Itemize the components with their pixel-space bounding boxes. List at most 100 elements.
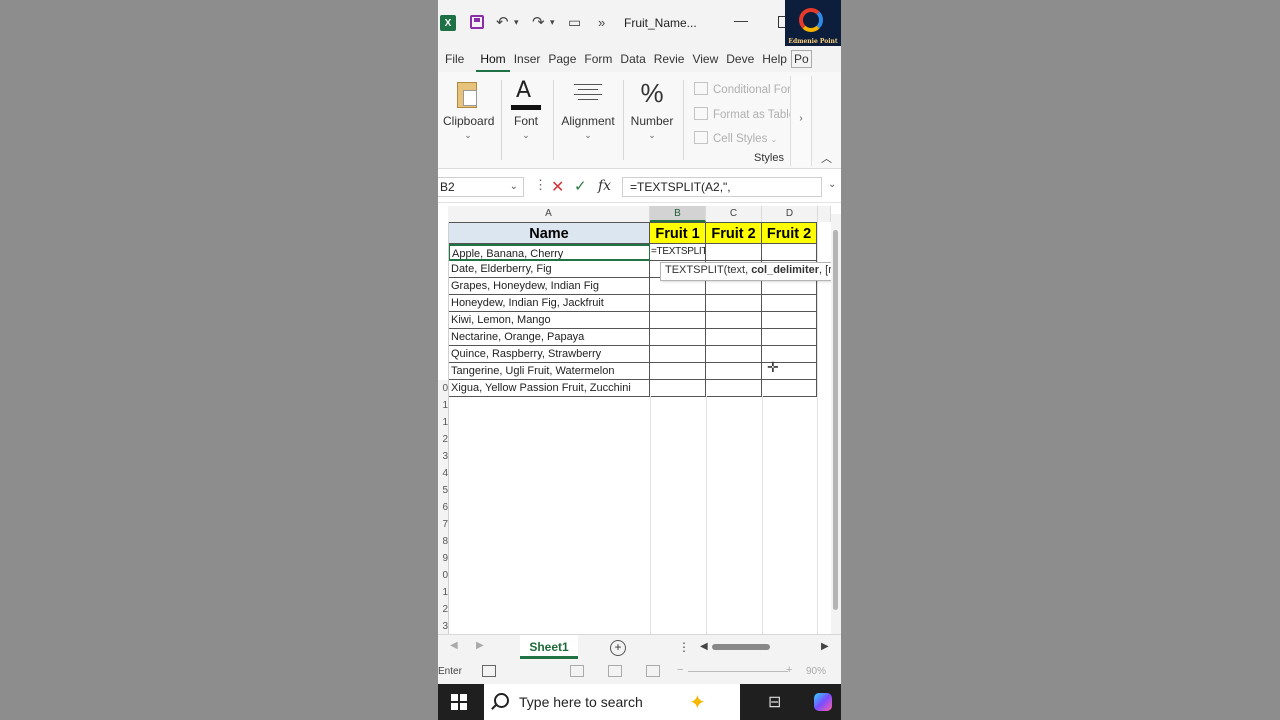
- empty-cell[interactable]: [762, 244, 817, 261]
- add-sheet-icon[interactable]: +: [610, 640, 626, 656]
- cancel-icon[interactable]: ✕: [551, 177, 564, 197]
- sheet-next-icon[interactable]: ▶: [476, 640, 484, 651]
- number-group[interactable]: % Number ⌄: [630, 78, 674, 141]
- row-header[interactable]: 1: [438, 397, 448, 414]
- zoom-slider[interactable]: [688, 671, 788, 672]
- more-icon[interactable]: ⋮: [678, 640, 690, 654]
- tab-help[interactable]: Help: [758, 46, 791, 72]
- table-row-name[interactable]: Quince, Raspberry, Strawberry: [448, 346, 650, 363]
- tab-review[interactable]: Revie: [650, 46, 689, 72]
- row-header[interactable]: 1: [438, 584, 448, 601]
- row-header[interactable]: 3: [438, 448, 448, 465]
- empty-cell[interactable]: [762, 312, 817, 329]
- table-row-name[interactable]: Nectarine, Orange, Papaya: [448, 329, 650, 346]
- ribbon-scroll-right-button[interactable]: ›: [790, 76, 812, 166]
- editing-cell-b2[interactable]: =TEXTSPLIT(A2,",: [650, 244, 706, 261]
- save-icon[interactable]: [470, 15, 484, 29]
- table-row-name[interactable]: Honeydew, Indian Fig, Jackfruit: [448, 295, 650, 312]
- chevron-down-icon[interactable]: ⌄: [510, 178, 518, 196]
- empty-cell[interactable]: [650, 363, 706, 380]
- tab-formulas[interactable]: Form: [580, 46, 616, 72]
- cell-styles-button[interactable]: Cell Styles ⌄: [694, 131, 777, 145]
- accessibility-icon[interactable]: [482, 665, 496, 677]
- scroll-left-icon[interactable]: ◀: [700, 641, 708, 652]
- conditional-formatting-button[interactable]: Conditional For: [694, 82, 791, 96]
- windows-start-icon[interactable]: [451, 694, 467, 710]
- row-header[interactable]: 6: [438, 499, 448, 516]
- vertical-scrollbar[interactable]: [831, 214, 841, 634]
- zoom-level[interactable]: 90%: [806, 666, 826, 677]
- row-header[interactable]: 4: [438, 465, 448, 482]
- empty-cell[interactable]: [706, 346, 762, 363]
- column-header-e[interactable]: [818, 206, 831, 222]
- horizontal-scroll-thumb[interactable]: [712, 644, 770, 650]
- enter-check-icon[interactable]: ✓: [574, 177, 587, 195]
- empty-cell[interactable]: [650, 329, 706, 346]
- copilot-icon[interactable]: [814, 693, 832, 711]
- empty-cell[interactable]: [706, 312, 762, 329]
- undo-dropdown-icon[interactable]: ▾: [514, 12, 519, 32]
- empty-cell[interactable]: [706, 363, 762, 380]
- search-input[interactable]: Type here to search: [519, 694, 643, 710]
- redo-dropdown-icon[interactable]: ▾: [550, 12, 555, 32]
- taskbar-search[interactable]: Type here to search ✦: [484, 684, 740, 720]
- table-row-name[interactable]: Tangerine, Ugli Fruit, Watermelon: [448, 363, 650, 380]
- expand-formula-bar-icon[interactable]: ⌄: [828, 179, 836, 190]
- row-header[interactable]: 7: [438, 516, 448, 533]
- alignment-group[interactable]: Alignment ⌄: [560, 78, 616, 141]
- zoom-in-icon[interactable]: +: [786, 664, 792, 676]
- column-header-b[interactable]: B: [650, 206, 706, 222]
- row-header[interactable]: 3: [438, 618, 448, 635]
- font-group[interactable]: A Font ⌄: [508, 78, 544, 141]
- tab-page-layout[interactable]: Page: [544, 46, 580, 72]
- clipboard-group[interactable]: Clipboard ⌄: [443, 78, 494, 141]
- formula-input[interactable]: =TEXTSPLIT(A2,",: [622, 177, 822, 197]
- empty-cell[interactable]: [762, 295, 817, 312]
- minimize-icon[interactable]: —: [734, 12, 748, 28]
- scroll-right-icon[interactable]: ▶: [821, 641, 829, 652]
- empty-cell[interactable]: [762, 380, 817, 397]
- header-cell-fruit1[interactable]: Fruit 1: [650, 222, 706, 244]
- sheet-prev-icon[interactable]: ◀: [450, 640, 458, 651]
- empty-cell[interactable]: [706, 244, 762, 261]
- row-header[interactable]: 2: [438, 431, 448, 448]
- table-row-name[interactable]: Grapes, Honeydew, Indian Fig: [448, 278, 650, 295]
- row-header[interactable]: 9: [438, 550, 448, 567]
- open-folder-icon[interactable]: ▭: [568, 12, 581, 32]
- row-header[interactable]: 0: [438, 567, 448, 584]
- empty-cell[interactable]: [650, 312, 706, 329]
- page-break-view-icon[interactable]: [646, 665, 660, 677]
- empty-cell[interactable]: [706, 329, 762, 346]
- column-header-a[interactable]: A: [448, 206, 650, 222]
- empty-cell[interactable]: [650, 380, 706, 397]
- row-header[interactable]: 5: [438, 482, 448, 499]
- header-cell-fruit2b[interactable]: Fruit 2: [762, 222, 817, 244]
- empty-cell[interactable]: [650, 295, 706, 312]
- more-icon[interactable]: ⋮: [534, 177, 547, 193]
- vertical-scroll-thumb[interactable]: [833, 230, 838, 610]
- table-row-name[interactable]: Xigua, Yellow Passion Fruit, Zucchini: [448, 380, 650, 397]
- table-row-name[interactable]: Apple, Banana, Cherry: [448, 244, 650, 261]
- name-box[interactable]: B2 ⌄: [438, 177, 524, 197]
- tab-insert[interactable]: Inser: [510, 46, 545, 72]
- sheet-tab-active[interactable]: Sheet1: [520, 635, 578, 659]
- tab-power[interactable]: Po: [790, 50, 812, 68]
- row-header[interactable]: 8: [438, 533, 448, 550]
- table-row-name[interactable]: Kiwi, Lemon, Mango: [448, 312, 650, 329]
- more-commands-icon[interactable]: »: [598, 12, 605, 32]
- tab-home[interactable]: Hom: [476, 46, 510, 72]
- worksheet-grid[interactable]: A B C D Name Fruit 1 Fruit 2 Fruit 2 App…: [438, 206, 841, 635]
- tab-developer[interactable]: Deve: [722, 46, 758, 72]
- header-cell-fruit2[interactable]: Fruit 2: [706, 222, 762, 244]
- column-header-c[interactable]: C: [706, 206, 762, 222]
- row-header[interactable]: 0: [438, 380, 448, 397]
- format-as-table-button[interactable]: Format as Table: [694, 107, 795, 121]
- undo-icon[interactable]: ↶: [496, 12, 509, 32]
- tab-view[interactable]: View: [688, 46, 722, 72]
- row-header[interactable]: 1: [438, 414, 448, 431]
- normal-view-icon[interactable]: [570, 665, 584, 677]
- tooltip-active-argument[interactable]: col_delimiter: [751, 264, 819, 276]
- table-row-name[interactable]: Date, Elderberry, Fig: [448, 261, 650, 278]
- tab-file[interactable]: File: [438, 46, 476, 72]
- redo-icon[interactable]: ↷: [532, 12, 545, 32]
